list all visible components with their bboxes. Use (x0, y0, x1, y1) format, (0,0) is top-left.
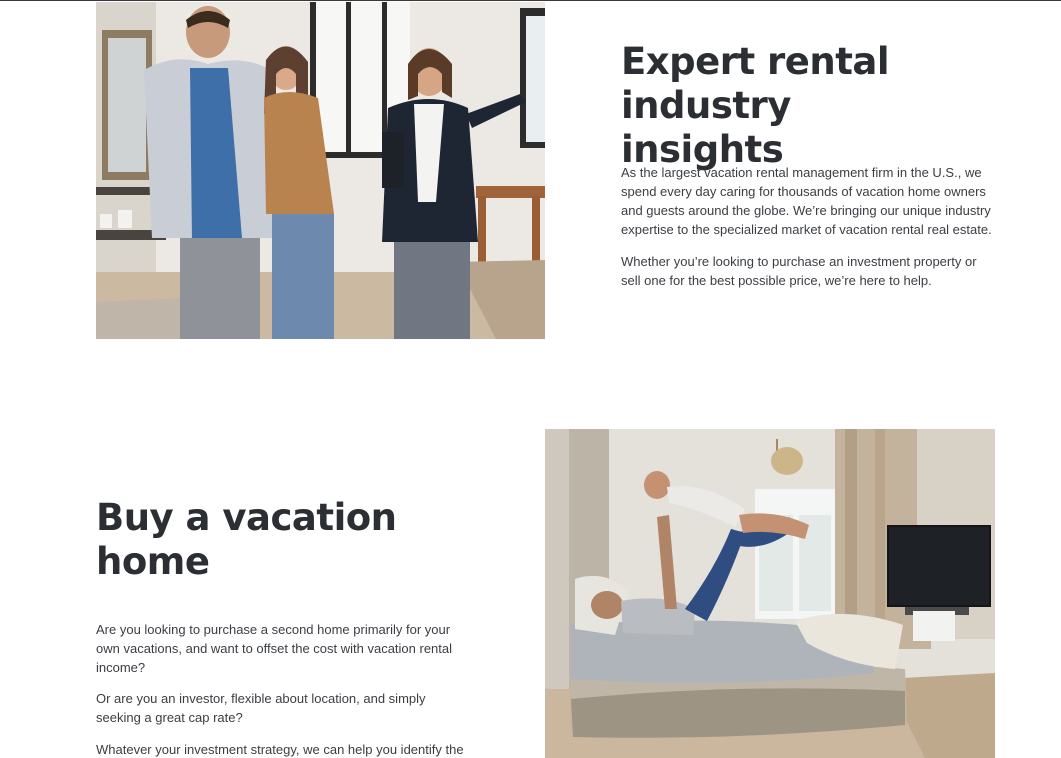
buy-paragraph-2: Or are you an investor, flexible about l… (96, 691, 426, 725)
insights-heading: Expert rental industry insights (621, 40, 890, 171)
agent-showing-couple-photo (96, 2, 545, 339)
buy-heading: Buy a vacation home (96, 496, 397, 583)
page: Expert rental industry insights As the l… (0, 0, 1061, 758)
father-child-bedroom-photo (545, 429, 995, 758)
top-divider (0, 0, 1061, 1)
buy-paragraph-3: Whatever your investment strategy, we ca… (96, 742, 464, 757)
insights-paragraph-1: As the largest vacation rental managemen… (621, 165, 992, 237)
insights-paragraph-2: Whether you’re looking to purchase an in… (621, 254, 977, 288)
buy-paragraph-1: Are you looking to purchase a second hom… (96, 622, 453, 675)
